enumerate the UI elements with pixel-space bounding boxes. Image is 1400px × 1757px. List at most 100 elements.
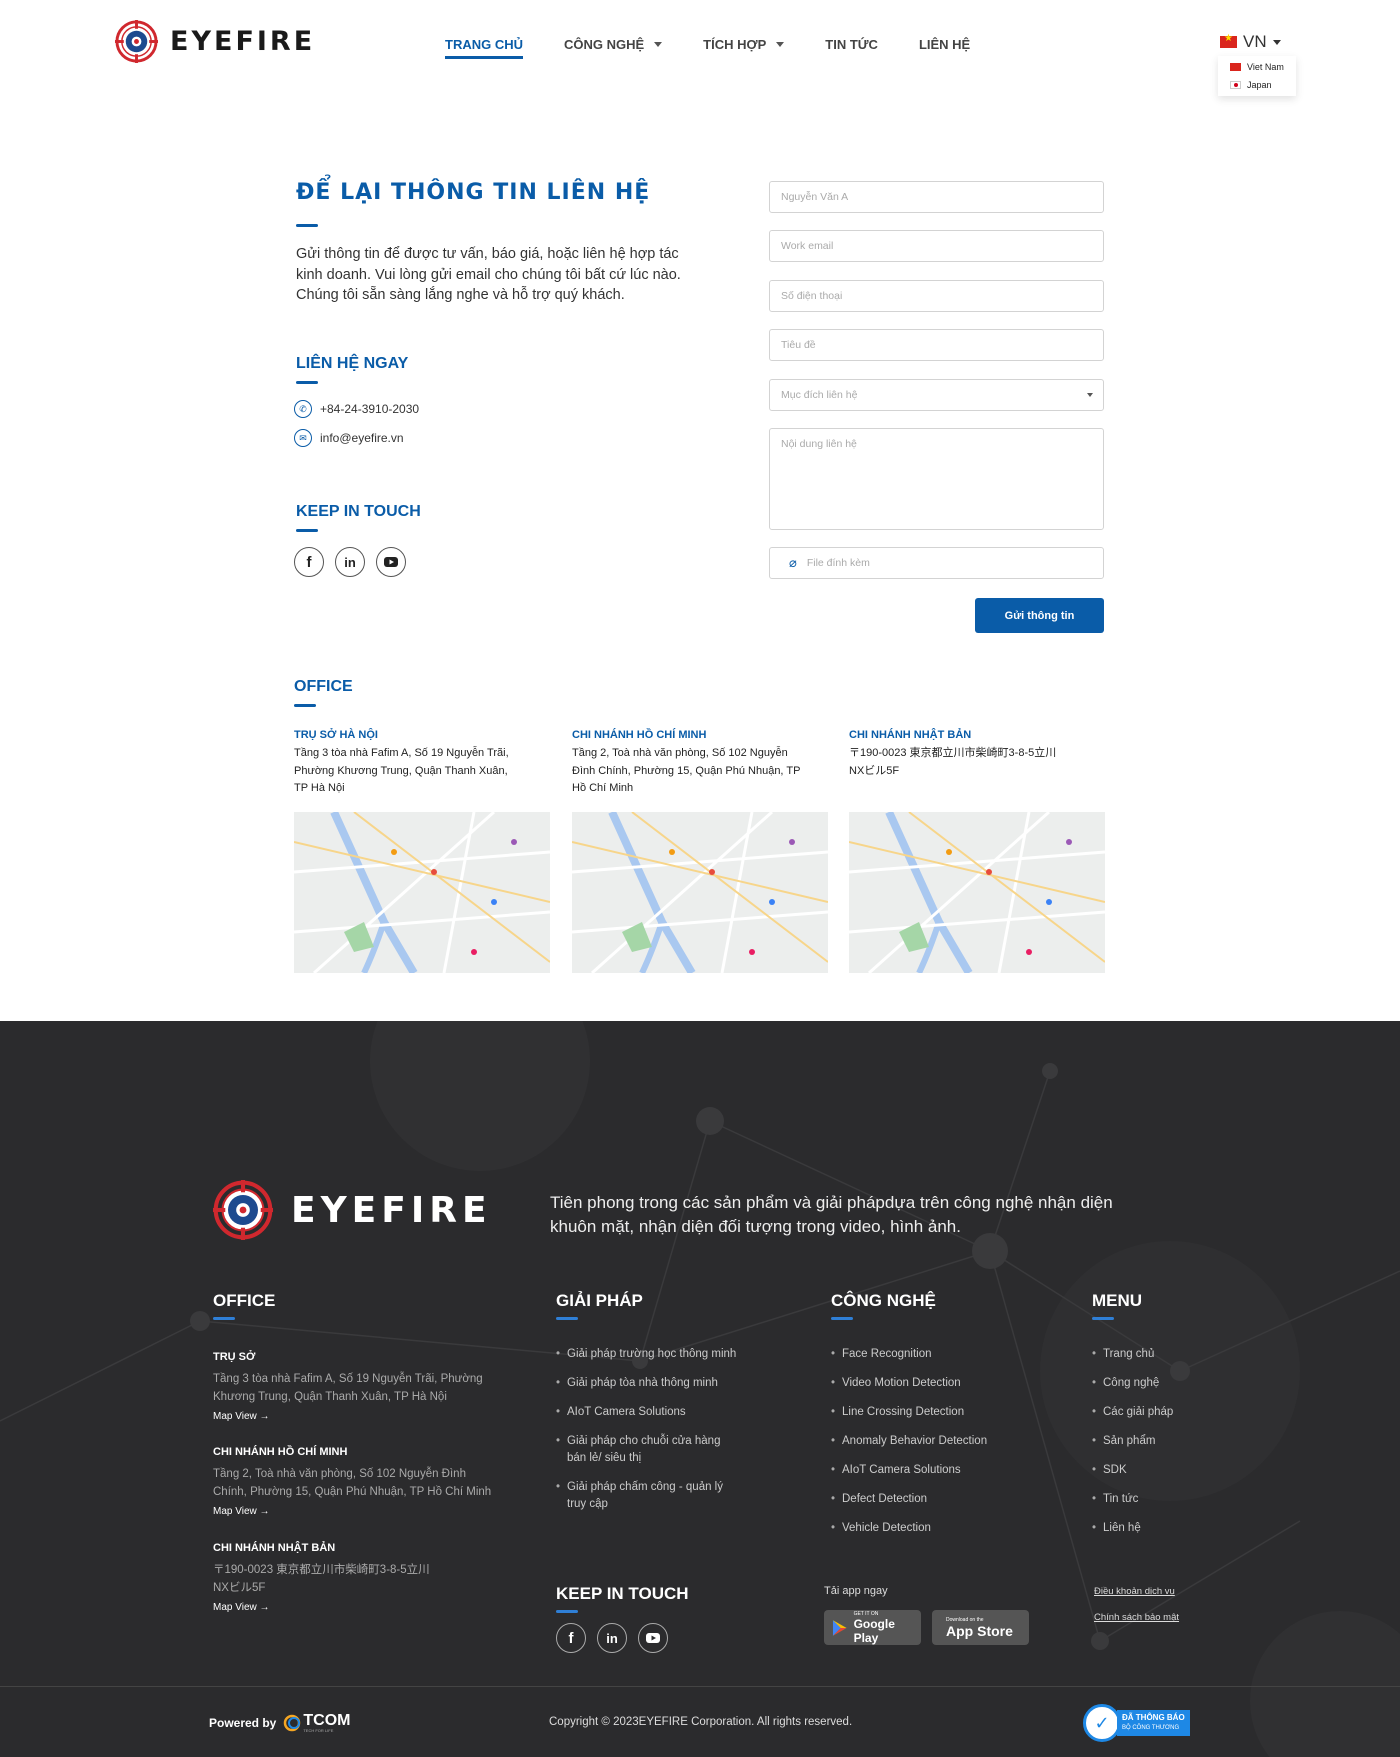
powered-by: Powered by TCOM TECH FOR LIFE [209, 1713, 350, 1734]
footer-solution-link[interactable]: Giải pháp cho chuỗi cửa hàng bán lẻ/ siê… [556, 1433, 731, 1467]
nav-label: TÍCH HỢP [703, 36, 767, 52]
input-placeholder: File đính kèm [806, 557, 870, 569]
map-image [849, 812, 1105, 973]
nav-label: TIN TỨC [825, 36, 878, 52]
nav-item-news[interactable]: TIN TỨC [825, 33, 878, 55]
privacy-link[interactable]: Chính sách bảo mật [1094, 1612, 1179, 1623]
google-play-icon [832, 1619, 847, 1636]
google-play-button[interactable]: GET IT ON Google Play [824, 1610, 921, 1645]
keep-in-touch-heading: KEEP IN TOUCH [296, 503, 421, 520]
footer-menu-link[interactable]: Các giải pháp [1092, 1404, 1212, 1421]
arrow-right-icon: → [259, 1411, 270, 1422]
email-input[interactable]: Work email [769, 230, 1104, 262]
language-selector[interactable]: VN [1220, 32, 1281, 52]
footer-office-name: TRỤ SỞ [213, 1351, 256, 1363]
facebook-icon[interactable]: f [294, 547, 324, 577]
office-address: Tầng 3 tòa nhà Fafim A, Số 19 Nguyễn Trã… [294, 747, 509, 794]
footer-solution-link[interactable]: Giải pháp tòa nhà thông minh [556, 1375, 756, 1392]
footer-menu-link[interactable]: Sản phẩm [1092, 1433, 1212, 1450]
footer-tech-link[interactable]: Line Crossing Detection [831, 1404, 1031, 1421]
footer-solution-link[interactable]: Giải pháp chấm công - quản lý truy cập [556, 1479, 731, 1513]
youtube-icon[interactable] [638, 1623, 668, 1653]
office-name: CHI NHÁNH HỒ CHÍ MINH [572, 729, 707, 741]
footer-solution-link[interactable]: AIoT Camera Solutions [556, 1404, 756, 1421]
input-placeholder: Số điện thoại [781, 290, 843, 302]
contact-title: ĐỂ LẠI THÔNG TIN LIÊN HỆ [296, 180, 651, 205]
mail-icon: ✉ [294, 429, 312, 447]
map-japan[interactable] [849, 812, 1105, 973]
linkedin-icon[interactable]: in [335, 547, 365, 577]
map-view-link[interactable]: Map View → [213, 1602, 270, 1613]
footer-tech-link[interactable]: Anomaly Behavior Detection [831, 1433, 1031, 1450]
subject-input[interactable]: Tiêu đề [769, 329, 1104, 361]
input-placeholder: Work email [781, 240, 834, 252]
footer-office-address: 〒190-0023 東京都立川市柴崎町3-8-5立川NXビル5F [213, 1564, 430, 1594]
vietnam-flag-icon [1220, 33, 1237, 48]
email-address: info@eyefire.vn [320, 431, 404, 445]
footer-tech-link[interactable]: Defect Detection [831, 1491, 1031, 1508]
tcom-tagline: TECH FOR LIFE [303, 1728, 334, 1733]
map-view-link[interactable]: Map View → [213, 1506, 270, 1517]
footer-menu-heading: MENU [1092, 1291, 1143, 1310]
language-option-japan[interactable]: Japan [1218, 76, 1296, 94]
tcom-brand-text: TCOM [303, 1712, 351, 1729]
footer-tech-link[interactable]: Face Recognition [831, 1346, 1031, 1363]
input-placeholder: Nguyễn Văn A [781, 191, 849, 203]
footer-tech-link[interactable]: AIoT Camera Solutions [831, 1462, 1031, 1479]
input-placeholder: Nội dung liên hệ [781, 438, 857, 450]
terms-link[interactable]: Điều khoản dịch vụ [1094, 1586, 1175, 1597]
facebook-icon[interactable]: f [556, 1623, 586, 1653]
main-nav: TRANG CHỦ CÔNG NGHỆ TÍCH HỢP TIN TỨC LIÊ… [445, 33, 1011, 59]
chevron-down-icon [654, 41, 663, 47]
language-option-vietnam[interactable]: Viet Nam [1218, 58, 1296, 76]
map-view-label: Map View [213, 1506, 257, 1517]
attachment-input[interactable]: ⌀ File đính kèm [769, 547, 1104, 579]
phone-input[interactable]: Số điện thoại [769, 280, 1104, 312]
nav-label: CÔNG NGHỆ [564, 36, 645, 52]
logo[interactable]: EYEFIRE [115, 20, 315, 63]
input-placeholder: Tiêu đề [781, 339, 816, 351]
phone-icon: ✆ [294, 400, 312, 418]
ministry-badge[interactable]: ✓ ĐÃ THÔNG BÁO BỘ CÔNG THƯƠNG [1083, 1704, 1193, 1742]
contact-now-heading: LIÊN HỆ NGAY [296, 355, 409, 372]
nav-item-contact[interactable]: LIÊN HỆ [919, 33, 970, 55]
office-address: 〒190-0023 東京都立川市柴崎町3-8-5立川NXビル5F [849, 747, 1057, 777]
map-view-label: Map View [213, 1602, 257, 1613]
submit-button[interactable]: Gửi thông tin [975, 598, 1104, 633]
heading-underline [296, 529, 318, 532]
footer-menu-link[interactable]: SDK [1092, 1462, 1212, 1479]
eyefire-logo-icon [213, 1180, 273, 1240]
title-underline [296, 224, 318, 227]
footer-menu-link[interactable]: Liên hệ [1092, 1520, 1212, 1537]
footer-tech-link[interactable]: Video Motion Detection [831, 1375, 1031, 1392]
message-textarea[interactable]: Nội dung liên hệ [769, 428, 1104, 530]
social-links: f in [294, 547, 417, 577]
nav-item-integration[interactable]: TÍCH HỢP [703, 33, 785, 55]
footer-logo[interactable]: EYEFIRE [213, 1180, 492, 1240]
store-big-label: App Store [946, 1622, 1013, 1639]
footer-menu-link[interactable]: Trang chủ [1092, 1346, 1212, 1363]
email-contact[interactable]: ✉ info@eyefire.vn [294, 429, 404, 447]
footer-keep-in-touch-heading: KEEP IN TOUCH [556, 1584, 689, 1603]
heading-underline [213, 1317, 235, 1320]
map-hanoi[interactable] [294, 812, 550, 973]
chevron-down-icon [1272, 39, 1281, 45]
map-hcm[interactable] [572, 812, 828, 973]
select-placeholder: Mục đích liên hệ [781, 389, 858, 401]
footer-tech-link[interactable]: Vehicle Detection [831, 1520, 1031, 1537]
app-store-button[interactable]: Download on the App Store [932, 1610, 1029, 1645]
japan-flag-icon [1230, 81, 1241, 89]
arrow-right-icon: → [259, 1506, 270, 1517]
name-input[interactable]: Nguyễn Văn A [769, 181, 1104, 213]
footer-menu-link[interactable]: Công nghệ [1092, 1375, 1212, 1392]
linkedin-icon[interactable]: in [597, 1623, 627, 1653]
nav-item-home[interactable]: TRANG CHỦ [445, 33, 523, 59]
footer-solution-link[interactable]: Giải pháp trường học thông minh [556, 1346, 756, 1363]
phone-contact[interactable]: ✆ +84-24-3910-2030 [294, 400, 419, 418]
footer-menu-link[interactable]: Tin tức [1092, 1491, 1212, 1508]
tcom-logo[interactable]: TCOM TECH FOR LIFE [282, 1713, 350, 1733]
purpose-select[interactable]: Mục đích liên hệ [769, 379, 1104, 411]
nav-item-technology[interactable]: CÔNG NGHỆ [564, 33, 663, 55]
map-view-link[interactable]: Map View → [213, 1411, 270, 1422]
youtube-icon[interactable] [376, 547, 406, 577]
